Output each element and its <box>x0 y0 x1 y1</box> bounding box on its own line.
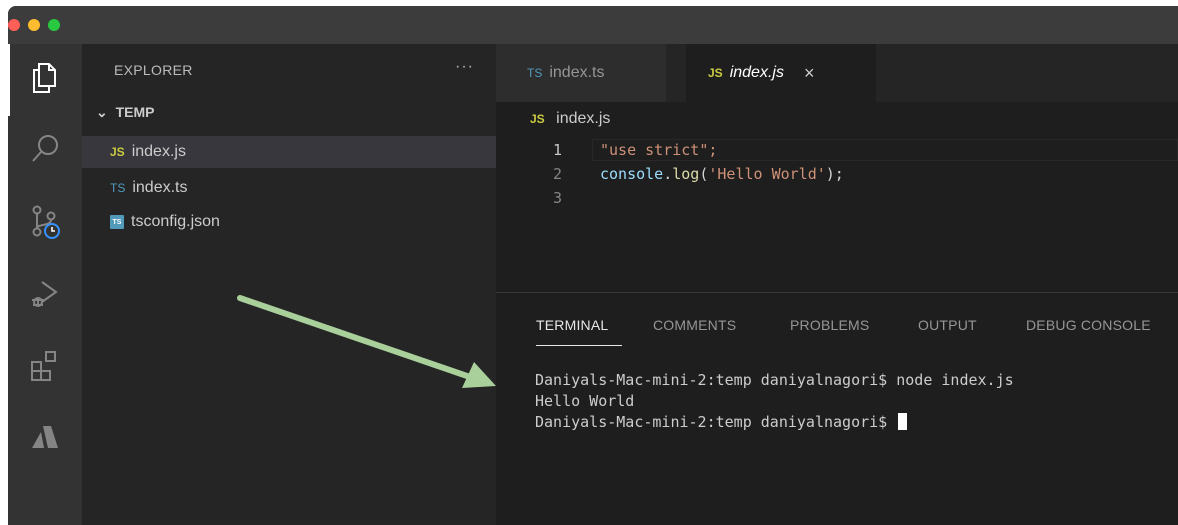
breadcrumb-label: index.js <box>556 110 611 127</box>
file-item-index-ts[interactable]: TS index.ts <box>82 172 496 204</box>
title-bar <box>8 6 1178 44</box>
js-file-icon: JS <box>708 66 723 80</box>
close-window-button[interactable] <box>8 19 20 31</box>
explorer-title: EXPLORER <box>114 62 193 78</box>
js-file-icon: JS <box>110 145 125 159</box>
source-control-icon[interactable] <box>24 200 66 242</box>
terminal-prompt-line[interactable]: Daniyals-Mac-mini-2:temp daniyalnagori$ <box>535 413 908 431</box>
activity-bar <box>8 44 82 525</box>
terminal-cursor <box>898 413 908 430</box>
tab-index-js[interactable]: JS index.js × <box>686 44 876 102</box>
terminal-line: Hello World <box>535 392 635 410</box>
tab-label: index.js <box>729 64 784 81</box>
file-item-index-js[interactable]: JS index.js <box>82 136 496 168</box>
file-label: index.js <box>131 143 186 160</box>
file-label: tsconfig.json <box>131 213 220 230</box>
minimize-window-button[interactable] <box>28 19 40 31</box>
code-line-3[interactable]: 3 <box>496 189 1178 211</box>
terminal-line: Daniyals-Mac-mini-2:temp daniyalnagori$ … <box>535 371 1014 389</box>
more-actions-icon[interactable]: ··· <box>455 58 474 76</box>
folder-temp[interactable]: ⌄ TEMP <box>96 104 155 121</box>
folder-label: TEMP <box>115 104 155 120</box>
line-number: 1 <box>552 141 562 159</box>
code-token: . <box>663 165 673 183</box>
bottom-panel: TERMINAL COMMENTS PROBLEMS OUTPUT DEBUG … <box>496 292 1178 525</box>
run-debug-icon[interactable] <box>24 272 66 314</box>
zoom-window-button[interactable] <box>48 19 60 31</box>
file-item-tsconfig[interactable]: TS tsconfig.json <box>82 206 496 238</box>
editor-area: TS index.ts JS index.js × JS index.js 1 … <box>496 44 1178 292</box>
search-icon[interactable] <box>24 128 66 170</box>
code-line-1[interactable]: 1 "use strict"; <box>496 141 1178 163</box>
tab-comments[interactable]: COMMENTS <box>653 317 736 333</box>
terminal-prompt-text: Daniyals-Mac-mini-2:temp daniyalnagori$ <box>535 413 897 431</box>
js-file-icon: JS <box>530 112 545 126</box>
line-number: 2 <box>552 165 562 183</box>
code-line-2[interactable]: 2 console.log('Hello World'); <box>496 165 1178 187</box>
ts-file-icon: TS <box>527 66 543 80</box>
tab-bar: TS index.ts JS index.js × <box>496 44 1178 102</box>
explorer-sidebar: EXPLORER ··· ⌄ TEMP JS index.js TS index… <box>82 44 496 525</box>
code-text: "use strict"; <box>600 141 718 159</box>
tab-output[interactable]: OUTPUT <box>918 317 977 333</box>
explorer-files-icon[interactable] <box>24 56 66 98</box>
tab-index-ts[interactable]: TS index.ts <box>496 44 666 102</box>
code-text: console.log('Hello World'); <box>600 165 844 183</box>
active-tab-underline <box>536 345 622 346</box>
code-token: 'Hello World' <box>708 165 826 183</box>
code-token: console <box>600 165 664 183</box>
tab-problems[interactable]: PROBLEMS <box>790 317 869 333</box>
tab-terminal[interactable]: TERMINAL <box>536 317 608 333</box>
breadcrumb[interactable]: JS index.js <box>530 110 610 128</box>
close-tab-icon[interactable]: × <box>804 63 815 84</box>
vscode-window: EXPLORER ··· ⌄ TEMP JS index.js TS index… <box>8 6 1178 525</box>
chevron-down-icon: ⌄ <box>96 104 108 120</box>
code-token: log <box>672 165 700 183</box>
extensions-icon[interactable] <box>24 344 66 386</box>
ts-file-icon: TS <box>110 181 126 195</box>
file-label: index.ts <box>132 179 188 196</box>
azure-icon[interactable] <box>24 416 66 458</box>
tsconfig-file-icon: TS <box>110 215 124 229</box>
code-token: ); <box>825 165 844 183</box>
active-indicator <box>8 44 10 116</box>
tab-debug-console[interactable]: DEBUG CONSOLE <box>1026 317 1151 333</box>
tab-label: index.ts <box>549 64 605 81</box>
line-number: 3 <box>552 189 562 207</box>
